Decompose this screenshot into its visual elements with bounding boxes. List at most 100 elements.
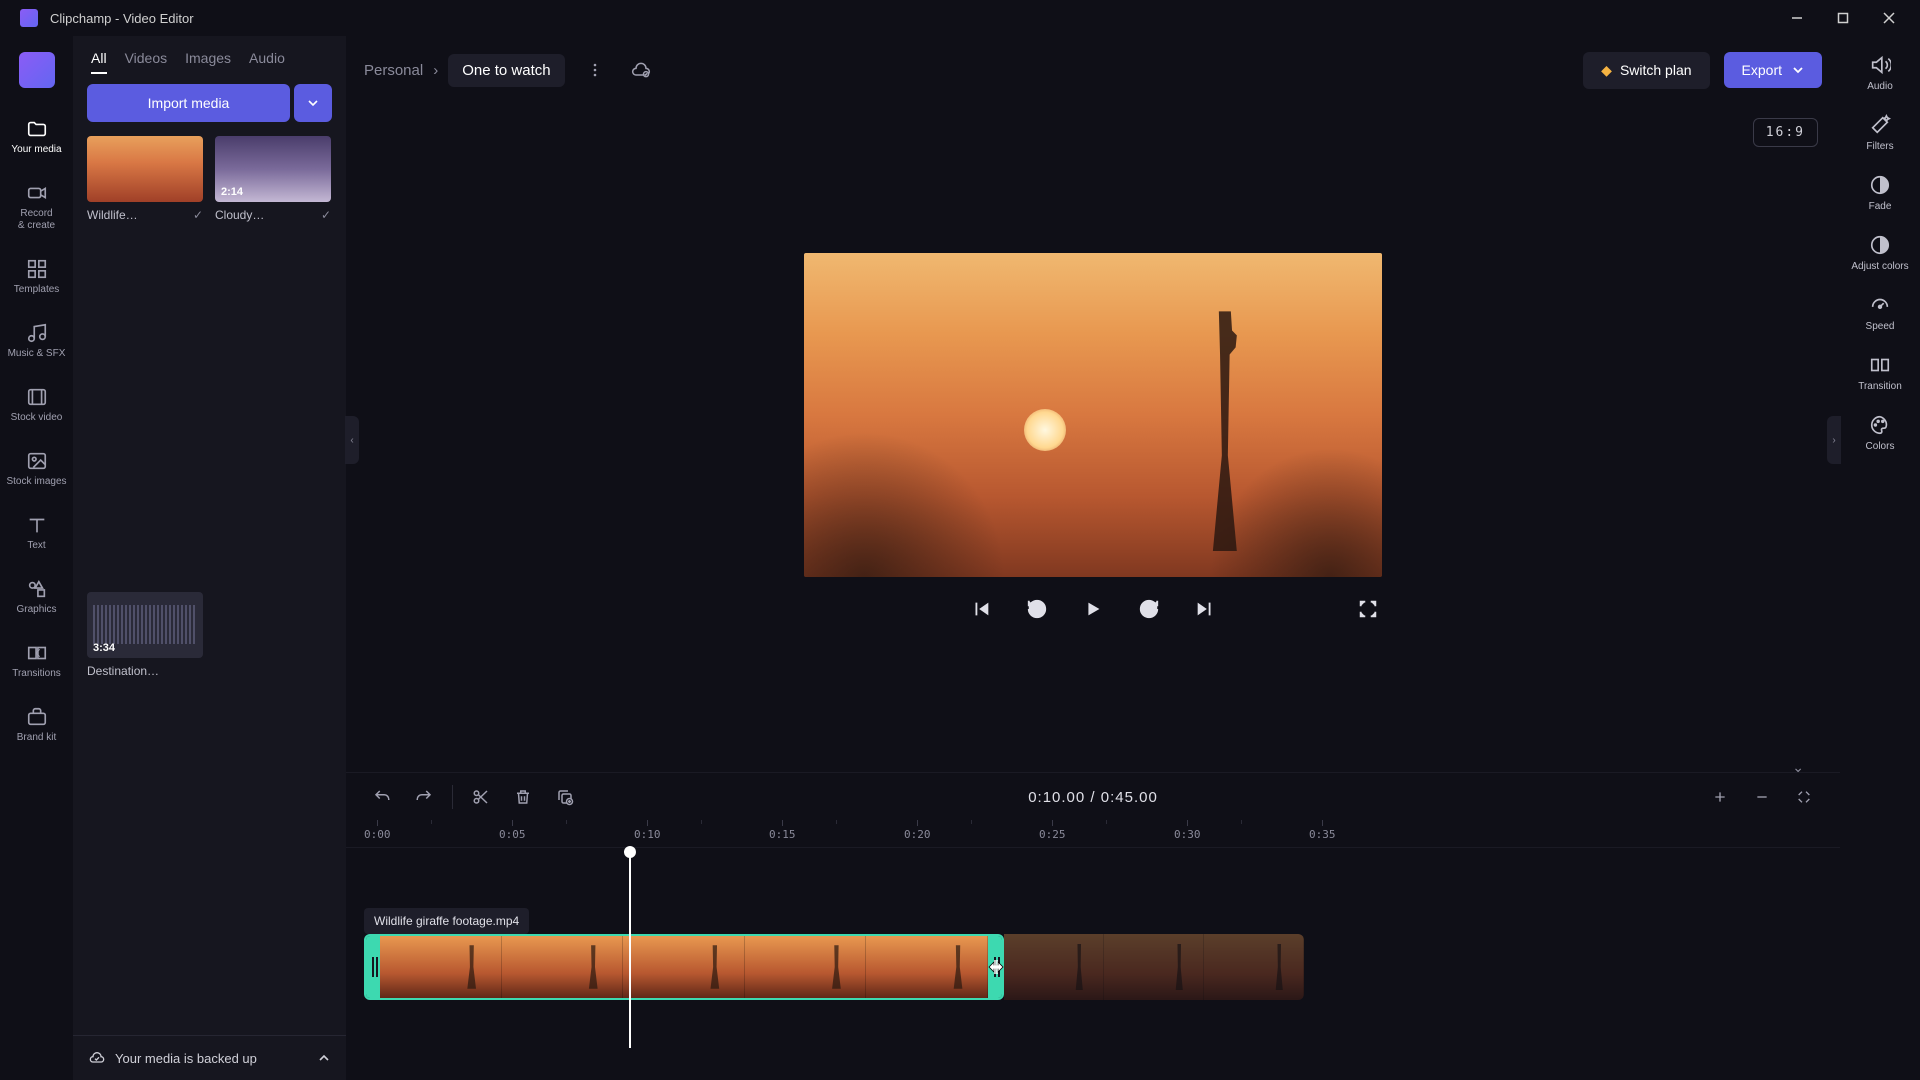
camera-icon bbox=[26, 182, 48, 204]
zoom-out-button[interactable] bbox=[1744, 779, 1780, 815]
media-thumbnail: 2:14 bbox=[215, 136, 331, 202]
seek-back-button[interactable] bbox=[1023, 595, 1051, 623]
clipchamp-logo-icon[interactable] bbox=[19, 52, 55, 88]
project-header: Personal › One to watch ◆ Switch plan Ex… bbox=[346, 36, 1840, 104]
props-speed[interactable]: Speed bbox=[1866, 294, 1895, 332]
props-colors[interactable]: Colors bbox=[1866, 414, 1895, 452]
timeline-ruler[interactable]: 0:00 0:05 0:10 0:15 0:20 0:25 0:30 0:35 bbox=[346, 820, 1840, 848]
fade-icon bbox=[1869, 174, 1891, 196]
minimize-button[interactable] bbox=[1774, 0, 1820, 36]
trash-icon bbox=[514, 788, 532, 806]
video-preview[interactable] bbox=[804, 253, 1382, 577]
media-tab-audio[interactable]: Audio bbox=[249, 50, 285, 74]
check-icon: ✓ bbox=[321, 208, 331, 222]
rail-brand-kit[interactable]: Brand kit bbox=[0, 702, 73, 748]
import-media-button[interactable]: Import media bbox=[87, 84, 290, 122]
media-duration: 2:14 bbox=[221, 186, 243, 198]
rail-label: Templates bbox=[14, 284, 60, 296]
rail-record-create[interactable]: Record & create bbox=[0, 178, 73, 236]
playhead[interactable] bbox=[629, 848, 631, 1048]
rail-stock-images[interactable]: Stock images bbox=[0, 446, 73, 492]
aspect-ratio-button[interactable]: 16:9 bbox=[1753, 118, 1818, 147]
track-area[interactable]: Wildlife giraffe footage.mp4 bbox=[346, 848, 1840, 1048]
media-item[interactable]: 3:34 Destination… bbox=[87, 592, 203, 1036]
transport-controls bbox=[804, 595, 1382, 623]
clip-tooltip: Wildlife giraffe footage.mp4 bbox=[364, 908, 529, 934]
ruler-label: 0:15 bbox=[769, 828, 796, 841]
clip-trim-handle-right[interactable] bbox=[988, 936, 1002, 998]
rail-your-media[interactable]: Your media bbox=[0, 114, 73, 160]
copy-plus-icon bbox=[556, 788, 574, 806]
zoom-in-button[interactable] bbox=[1702, 779, 1738, 815]
media-grid: Wildlife… ✓ 2:14 Cloudy… ✓ 3:34 Destinat bbox=[73, 136, 346, 1035]
text-icon bbox=[26, 514, 48, 536]
import-media-dropdown[interactable] bbox=[294, 84, 332, 122]
props-transition[interactable]: Transition bbox=[1858, 354, 1902, 392]
total-time: 0:45.00 bbox=[1101, 789, 1158, 806]
ruler-label: 0:35 bbox=[1309, 828, 1336, 841]
props-filters[interactable]: Filters bbox=[1866, 114, 1893, 152]
backup-status-bar[interactable]: Your media is backed up bbox=[73, 1035, 346, 1080]
props-label: Filters bbox=[1866, 141, 1893, 152]
play-button[interactable] bbox=[1079, 595, 1107, 623]
timeline[interactable]: 0:00 0:05 0:10 0:15 0:20 0:25 0:30 0:35 … bbox=[346, 820, 1840, 1080]
rail-transitions[interactable]: Transitions bbox=[0, 638, 73, 684]
rail-stock-video[interactable]: Stock video bbox=[0, 382, 73, 428]
ruler-label: 0:20 bbox=[904, 828, 931, 841]
scissors-icon bbox=[472, 788, 490, 806]
cloud-sync-button[interactable] bbox=[625, 54, 657, 86]
collapse-timeline-button[interactable]: ⌄ bbox=[1792, 759, 1804, 776]
props-label: Audio bbox=[1867, 81, 1893, 92]
props-fade[interactable]: Fade bbox=[1869, 174, 1892, 212]
media-tab-images[interactable]: Images bbox=[185, 50, 231, 74]
clip-frames bbox=[380, 936, 988, 998]
clip-trim-handle-left[interactable] bbox=[366, 936, 380, 998]
media-thumbnail bbox=[87, 136, 203, 202]
more-options-button[interactable] bbox=[579, 54, 611, 86]
rail-label: Stock images bbox=[6, 476, 66, 488]
undo-button[interactable] bbox=[364, 779, 400, 815]
breadcrumb-root[interactable]: Personal bbox=[364, 62, 423, 79]
split-button[interactable] bbox=[463, 779, 499, 815]
rail-graphics[interactable]: Graphics bbox=[0, 574, 73, 620]
app-logo-icon bbox=[20, 9, 38, 27]
close-button[interactable] bbox=[1866, 0, 1912, 36]
rail-label: Music & SFX bbox=[8, 348, 66, 360]
grid-icon bbox=[26, 258, 48, 280]
duplicate-button[interactable] bbox=[547, 779, 583, 815]
media-item[interactable]: Wildlife… ✓ bbox=[87, 136, 203, 580]
delete-button[interactable] bbox=[505, 779, 541, 815]
skip-start-button[interactable] bbox=[967, 595, 995, 623]
skip-end-button[interactable] bbox=[1191, 595, 1219, 623]
chevron-down-icon bbox=[1792, 64, 1804, 76]
window-title: Clipchamp - Video Editor bbox=[50, 11, 1774, 26]
project-name-input[interactable]: One to watch bbox=[448, 54, 564, 87]
props-label: Transition bbox=[1858, 381, 1902, 392]
props-audio[interactable]: Audio bbox=[1867, 54, 1893, 92]
rail-templates[interactable]: Templates bbox=[0, 254, 73, 300]
ruler-label: 0:25 bbox=[1039, 828, 1066, 841]
timeline-clip[interactable] bbox=[364, 934, 1004, 1000]
media-tabs: All Videos Images Audio bbox=[73, 36, 346, 84]
maximize-button[interactable] bbox=[1820, 0, 1866, 36]
breadcrumb: Personal › One to watch bbox=[364, 54, 565, 87]
props-label: Adjust colors bbox=[1851, 261, 1908, 272]
briefcase-icon bbox=[26, 706, 48, 728]
rail-label: Graphics bbox=[16, 604, 56, 616]
rail-music-sfx[interactable]: Music & SFX bbox=[0, 318, 73, 364]
shapes-icon bbox=[26, 578, 48, 600]
rail-text[interactable]: Text bbox=[0, 510, 73, 556]
export-button[interactable]: Export bbox=[1724, 52, 1822, 88]
fullscreen-button[interactable] bbox=[1354, 595, 1382, 623]
export-label: Export bbox=[1742, 62, 1782, 78]
media-item[interactable]: 2:14 Cloudy… ✓ bbox=[215, 136, 331, 580]
zoom-fit-button[interactable] bbox=[1786, 779, 1822, 815]
redo-button[interactable] bbox=[406, 779, 442, 815]
seek-forward-button[interactable] bbox=[1135, 595, 1163, 623]
switch-plan-button[interactable]: ◆ Switch plan bbox=[1583, 52, 1709, 89]
media-tab-all[interactable]: All bbox=[91, 50, 107, 74]
media-tab-videos[interactable]: Videos bbox=[125, 50, 168, 74]
props-adjust-colors[interactable]: Adjust colors bbox=[1851, 234, 1908, 272]
chevron-down-icon bbox=[307, 97, 319, 109]
backup-status-text: Your media is backed up bbox=[115, 1051, 257, 1066]
